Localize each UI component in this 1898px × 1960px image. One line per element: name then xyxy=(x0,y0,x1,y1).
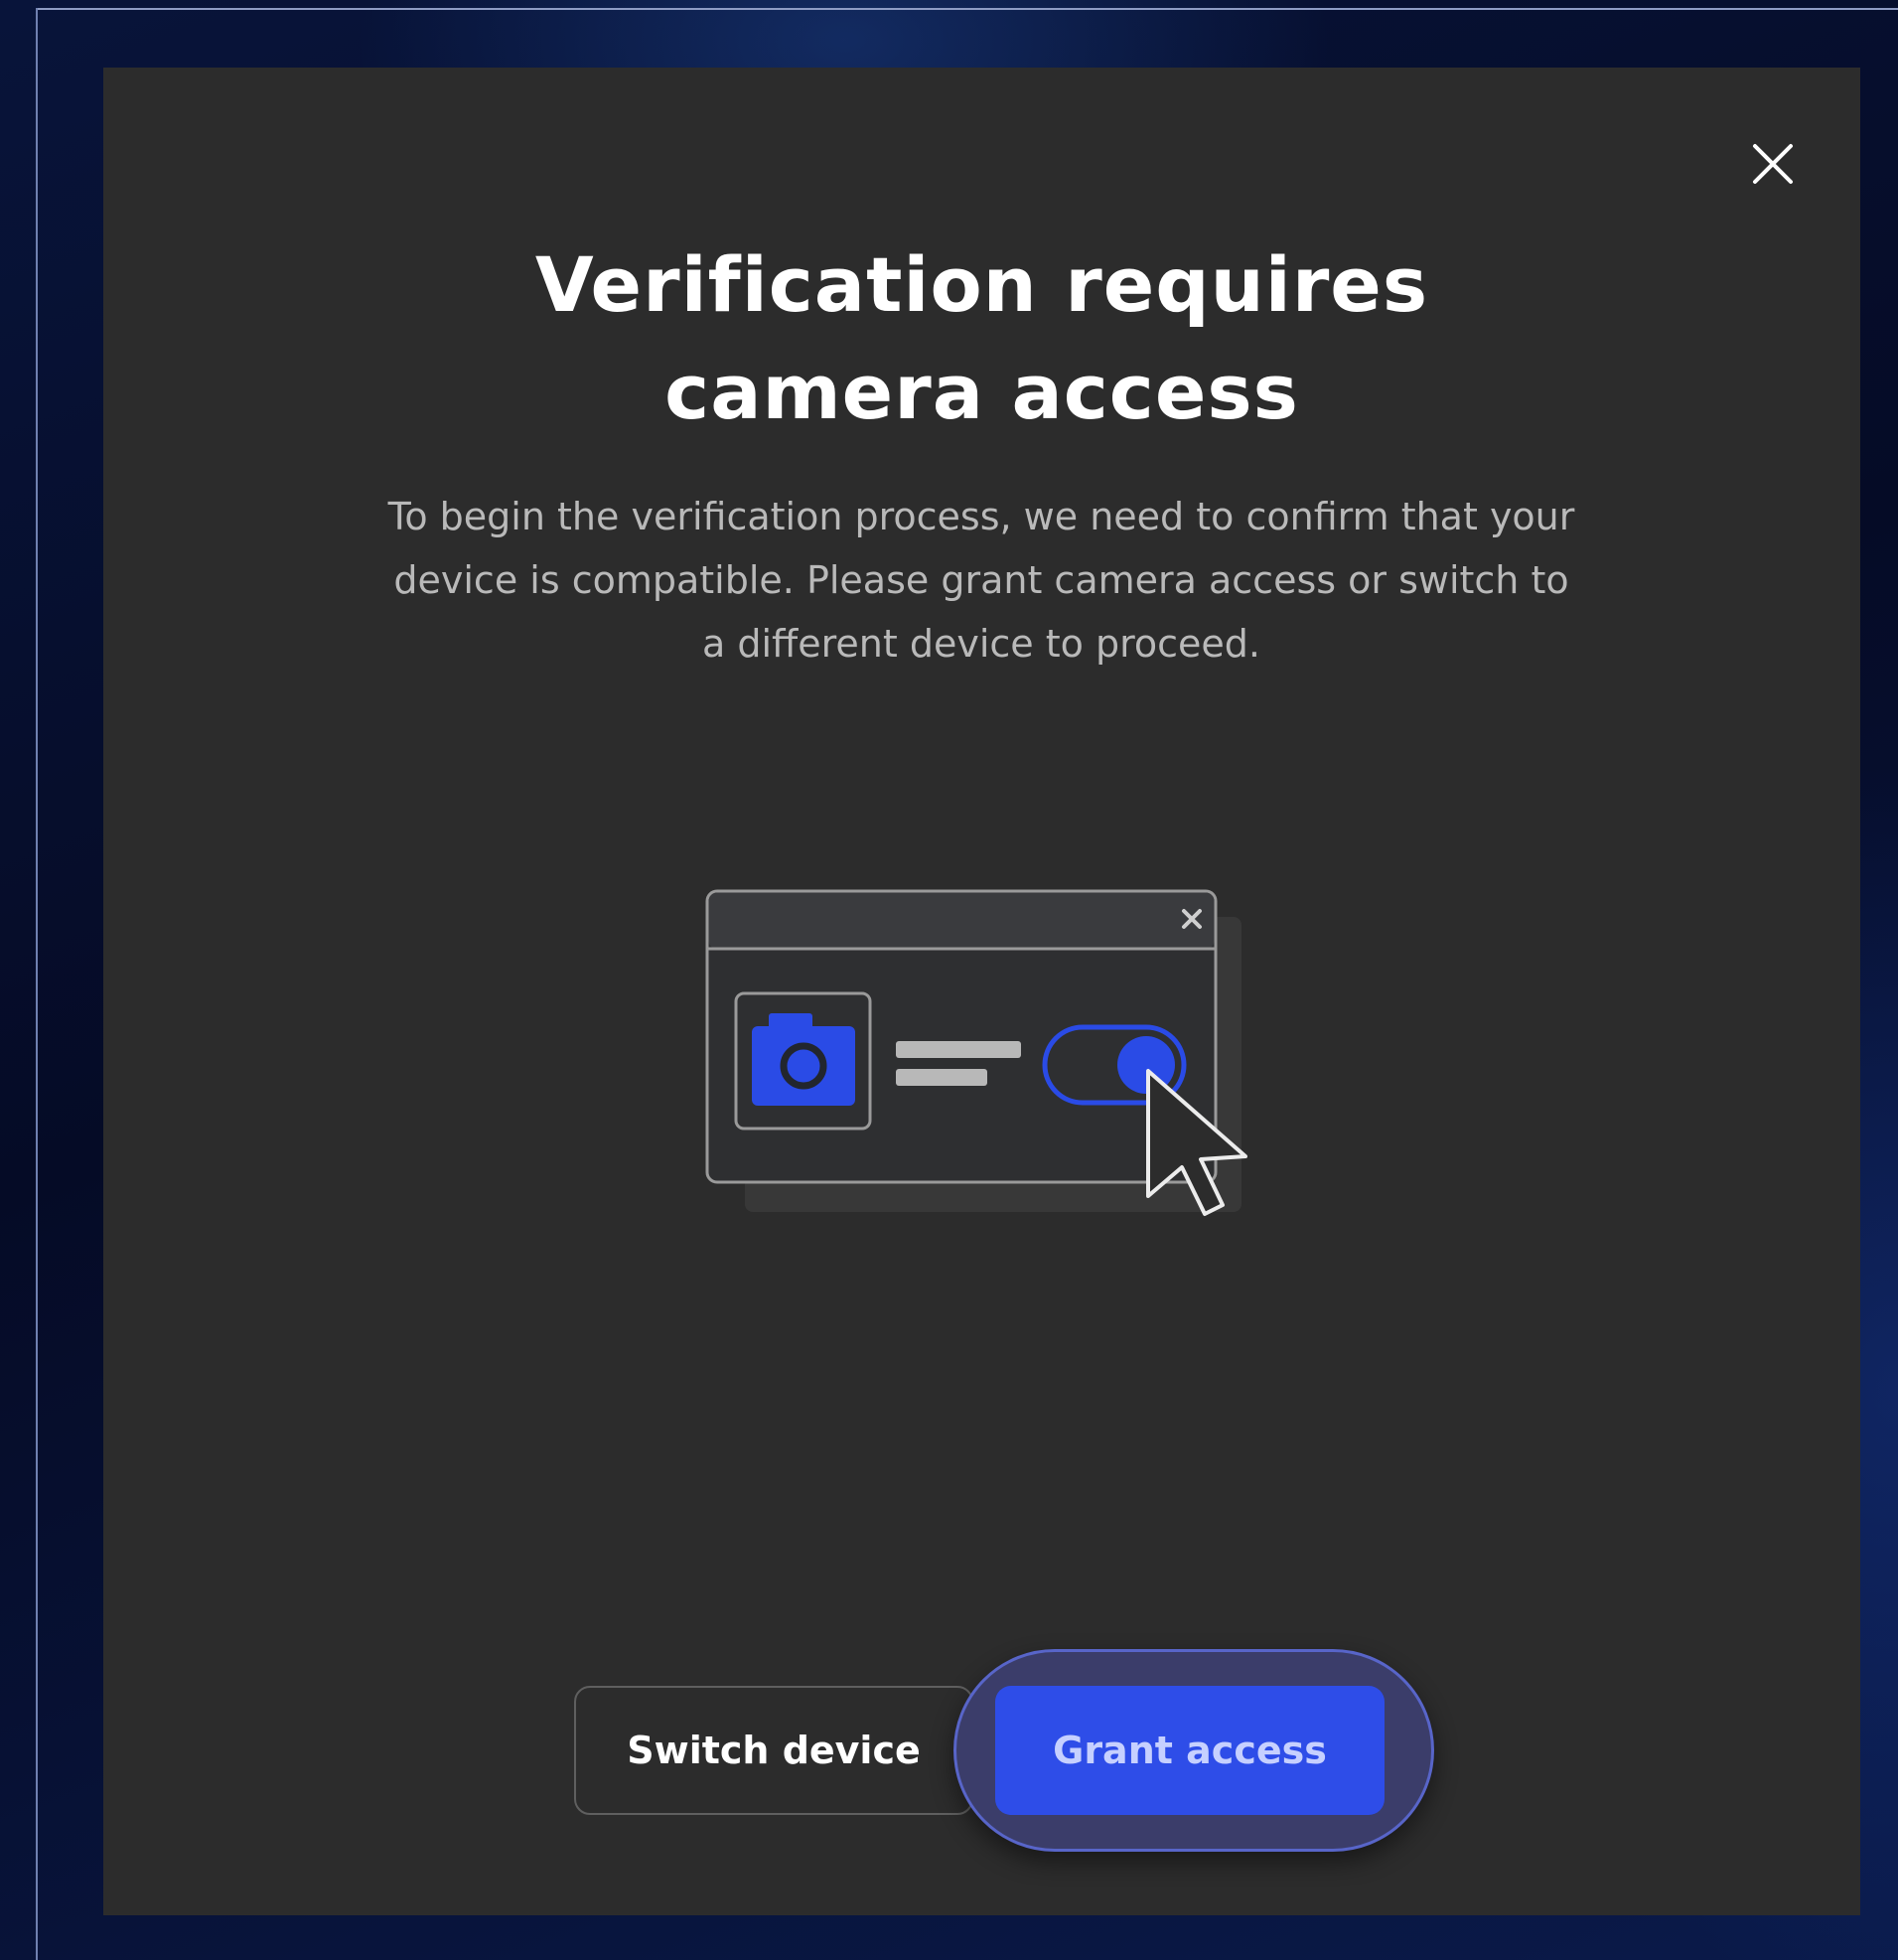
dialog-description: To begin the verification process, we ne… xyxy=(387,495,1575,666)
switch-device-button[interactable]: Switch device xyxy=(574,1686,973,1815)
grant-access-button[interactable]: Grant access xyxy=(995,1686,1385,1815)
window-frame-top xyxy=(36,8,1898,10)
text-line xyxy=(896,1069,987,1086)
dialog-title-line-1: Verification requires xyxy=(534,240,1429,329)
close-icon xyxy=(1753,144,1793,184)
camera-permission-illustration xyxy=(705,889,1247,1216)
close-button[interactable] xyxy=(1741,132,1805,196)
camera-access-dialog: Verification requires camera access To b… xyxy=(103,68,1860,1915)
window-frame-left xyxy=(36,8,38,1960)
dialog-title: Verification requires camera access xyxy=(103,231,1860,446)
camera-icon xyxy=(752,1013,855,1106)
dialog-title-line-2: camera access xyxy=(664,348,1299,436)
text-line xyxy=(896,1041,1021,1058)
